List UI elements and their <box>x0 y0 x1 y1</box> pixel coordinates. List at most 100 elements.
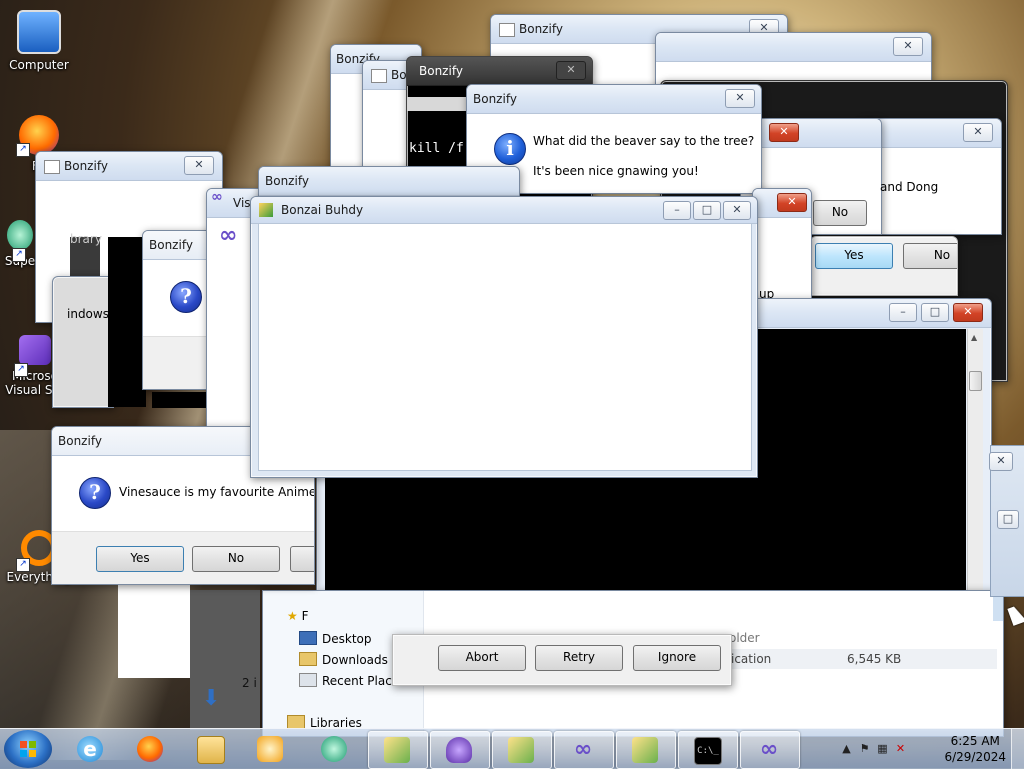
close-button[interactable]: ✕ <box>556 61 586 80</box>
shortcut-arrow-icon: ↗ <box>16 143 30 157</box>
taskbar-item-visual-studio-2[interactable]: ∞ <box>740 731 800 769</box>
window-content[interactable] <box>258 223 752 471</box>
explorer-window-edge-right[interactable]: ✕ □ <box>989 445 1024 597</box>
action-center-flag-icon[interactable]: ⚑ <box>858 742 871 755</box>
close-button[interactable]: ✕ <box>723 201 751 220</box>
nav-label: Desktop <box>322 632 372 646</box>
close-button[interactable]: ✕ <box>893 37 923 56</box>
volume-muted-icon[interactable]: ✕ <box>894 742 907 755</box>
bonzify-installer-icon <box>508 737 534 763</box>
shortcut-arrow-icon: ↗ <box>14 363 28 377</box>
favorites-label[interactable]: ★ F <box>287 609 309 623</box>
taskbar-item-command-prompt[interactable]: C:\_ <box>678 731 738 769</box>
taskbar-item-bonzi-app[interactable] <box>306 731 362 767</box>
no-button[interactable]: No <box>192 546 280 572</box>
window-title: Bo <box>391 68 407 82</box>
desktop-icon-super[interactable]: ↗ Supe <box>0 220 40 268</box>
taskbar-item-bonzify-installer-3[interactable] <box>616 731 676 769</box>
message-text: Vinesauce is my favourite Anime <box>119 485 315 499</box>
favorites-text: F <box>301 609 309 623</box>
internet-explorer-icon: e <box>77 736 103 762</box>
window-titlebar[interactable]: Bonzify ✕ <box>407 57 592 86</box>
window-title: Bonzify <box>419 64 463 78</box>
window-titlebar[interactable]: ✕ <box>656 33 931 62</box>
question-icon: ? <box>79 477 111 509</box>
window-titlebar[interactable]: Bonzify <box>259 167 519 196</box>
bonzify-installer-icon <box>632 737 658 763</box>
bonzai-buddy-window[interactable]: Bonzai Buhdy – □ ✕ <box>250 196 758 478</box>
nav-item-desktop[interactable]: Desktop <box>299 631 372 646</box>
scroll-up-arrow-icon[interactable]: ▲ <box>971 333 977 342</box>
taskbar-item-internet-explorer[interactable]: e <box>62 731 118 767</box>
scroll-thumb[interactable] <box>969 371 982 391</box>
bonzify-dialog-right-mid[interactable]: ✕ up <box>752 188 812 300</box>
close-button[interactable]: ✕ <box>769 123 799 142</box>
start-button[interactable] <box>4 730 52 768</box>
command-prompt-icon: C:\_ <box>694 737 722 765</box>
window-title: Bonzify <box>58 434 102 448</box>
close-button[interactable]: ✕ <box>963 123 993 142</box>
ignore-button[interactable]: Ignore <box>633 645 721 671</box>
scrollbar[interactable]: ▲ ▼ <box>967 329 983 629</box>
taskbar-item-firefox[interactable] <box>122 731 178 767</box>
window-titlebar[interactable]: ✕ <box>753 189 811 218</box>
taskbar-item-bonzi-buddy[interactable] <box>430 731 490 769</box>
window-titlebar[interactable]: ✕ <box>861 119 1001 148</box>
close-button[interactable]: ✕ <box>953 303 983 322</box>
window-titlebar[interactable]: Bonzai Buhdy – □ ✕ <box>251 197 757 224</box>
taskbar-item-file-explorer[interactable] <box>182 731 238 767</box>
visual-studio-icon: ∞ <box>759 737 779 762</box>
network-icon[interactable]: ▦ <box>876 742 889 755</box>
nav-item-downloads[interactable]: Downloads <box>299 652 388 667</box>
system-tray: ▲ ⚑ ▦ ✕ 6:25 AM 6/29/2024 <box>834 729 1024 769</box>
close-button[interactable]: ✕ <box>184 156 214 175</box>
maximize-button[interactable]: □ <box>921 303 949 322</box>
clock[interactable]: 6:25 AM 6/29/2024 <box>944 733 1006 765</box>
close-button[interactable]: ✕ <box>777 193 807 212</box>
close-button[interactable]: ✕ <box>725 89 755 108</box>
downloads-folder-icon <box>299 652 317 666</box>
taskbar-item-bonzify-installer-1[interactable] <box>368 731 428 769</box>
libraries-icon <box>287 715 305 729</box>
window-title: Bonzify <box>149 238 193 252</box>
firefox-icon <box>137 736 163 762</box>
window-title: Bonzai Buhdy <box>281 203 364 217</box>
taskbar-item-media-player[interactable] <box>242 731 298 767</box>
abort-button[interactable]: Abort <box>438 645 526 671</box>
visual-studio-logo-icon: ∞ <box>219 223 238 248</box>
cancel-button-partial[interactable] <box>290 546 314 572</box>
no-button[interactable]: No <box>903 243 957 269</box>
taskbar-item-visual-studio-1[interactable]: ∞ <box>554 731 614 769</box>
window-titlebar[interactable]: ✕ <box>741 119 881 148</box>
taskbar-item-bonzify-installer-2[interactable] <box>492 731 552 769</box>
message-text-dong: and Dong <box>880 180 939 194</box>
partial-text: indows <box>67 307 109 321</box>
app-icon <box>7 220 33 250</box>
yes-button[interactable]: Yes <box>815 243 893 269</box>
window-title: Bonzify <box>519 22 563 36</box>
shortcut-arrow-icon: ↗ <box>16 558 30 572</box>
show-hidden-icons-chevron-icon[interactable]: ▲ <box>840 742 853 755</box>
retry-button[interactable]: Retry <box>535 645 623 671</box>
maximize-button[interactable]: □ <box>997 510 1019 529</box>
item-count-partial: 2 i <box>242 676 257 690</box>
maximize-button[interactable]: □ <box>693 201 721 220</box>
minimize-button[interactable]: – <box>663 201 691 220</box>
bonzify-dialog-left-behind[interactable]: ify indows <box>52 276 114 408</box>
visual-studio-icon: ∞ <box>573 737 593 762</box>
window-titlebar[interactable]: Bonzify ✕ <box>36 152 222 181</box>
close-button[interactable]: ✕ <box>989 452 1013 471</box>
nav-item-recent-places[interactable]: Recent Places <box>299 673 405 688</box>
bonzi-buddy-icon <box>446 737 472 763</box>
desktop-icon-computer[interactable]: Computer <box>4 10 74 72</box>
minimize-button[interactable]: – <box>889 303 917 322</box>
yes-no-dialog-right[interactable]: Yes No <box>810 236 958 296</box>
window-titlebar[interactable]: Bonzify ✕ <box>467 85 761 114</box>
no-button[interactable]: No <box>813 200 867 226</box>
taskbar: e ∞ C:\_ ∞ ▲ ⚑ ▦ ✕ 6:25 AM 6/29/2024 <box>0 728 1024 769</box>
yes-button[interactable]: Yes <box>96 546 184 572</box>
show-desktop-button[interactable] <box>1011 729 1024 769</box>
file-row[interactable]: ication 6,545 KB <box>729 649 997 669</box>
console-snippet <box>152 392 208 408</box>
abort-retry-ignore-dialog[interactable]: Abort Retry Ignore <box>392 634 732 686</box>
